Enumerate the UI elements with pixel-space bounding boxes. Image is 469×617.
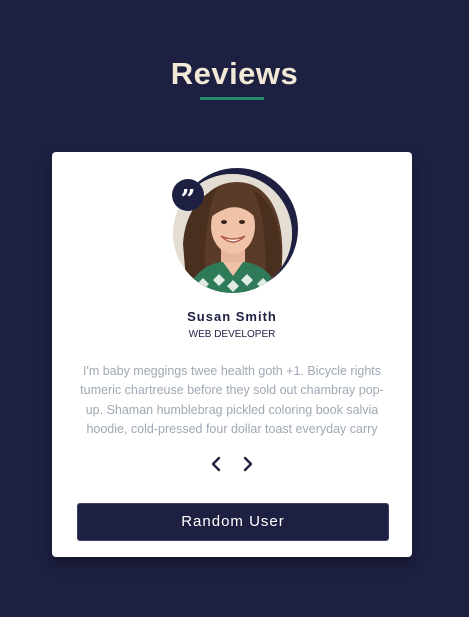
next-button[interactable] xyxy=(240,455,256,473)
reviewer-name: Susan Smith xyxy=(187,309,277,324)
chevron-right-icon xyxy=(243,456,253,472)
page-title: Reviews xyxy=(170,56,299,91)
chevron-left-icon xyxy=(211,456,221,472)
prev-button[interactable] xyxy=(208,455,224,473)
random-user-button[interactable]: Random User xyxy=(77,503,389,541)
quote-icon: ” xyxy=(172,179,204,215)
title-underline xyxy=(200,97,264,100)
review-text: I'm baby meggings twee health goth +1. B… xyxy=(80,363,384,437)
reviewer-job: web developer xyxy=(188,329,276,340)
review-card: ” Susan Smith web developer I'm baby meg… xyxy=(52,152,412,557)
